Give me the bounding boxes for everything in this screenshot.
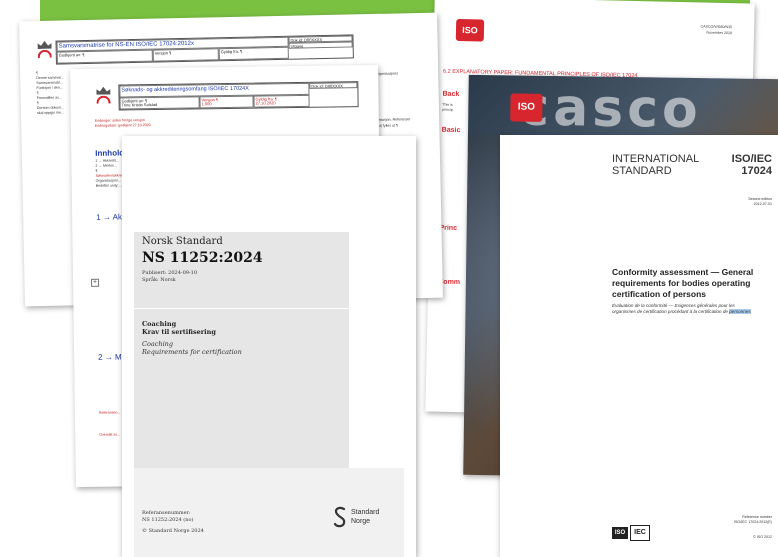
- ns-11252-standard: Norsk Standard NS 11252:2024 Publisert: …: [122, 136, 416, 557]
- ns-subtitle-en: Requirements for certification: [142, 348, 242, 356]
- innhold-heading: Innhold: [95, 148, 125, 158]
- endringsdato: Endringsdato: godkjent 27.10.2020: [94, 123, 151, 128]
- crown-icon: [96, 87, 110, 95]
- title-line2: requirements for bodies operating: [612, 278, 751, 288]
- french-line2: organismes de certification procédant à …: [612, 309, 751, 314]
- casco-wordmark: casco: [517, 77, 703, 141]
- gyldig: Gyldig fra: ¶: [218, 46, 289, 61]
- versjon: Versjon ¶: [152, 48, 219, 62]
- standard-norge-bottom: Norge: [351, 518, 371, 525]
- status: Utgave: [288, 41, 353, 49]
- iso-logo: ISO: [510, 93, 543, 122]
- iso-code: ISO/IEC: [731, 153, 772, 165]
- ns-heading: Norsk Standard: [142, 236, 223, 247]
- doc-date: November 2020: [706, 30, 733, 36]
- edition-date: 2012-07-01: [753, 202, 772, 206]
- intl-line2: STANDARD: [612, 165, 672, 177]
- ref-number: ISO/IEC 17024:2012(E): [734, 520, 772, 524]
- iso-iec-17024-cover: INTERNATIONAL STANDARD ISO/IEC 17024 Sec…: [500, 135, 778, 557]
- table-add-icon[interactable]: +: [91, 278, 100, 287]
- godkjent: Godkjent av: ¶: [56, 49, 153, 64]
- ns-title-en: Coaching: [142, 340, 174, 348]
- iso-logo: ISO: [612, 527, 628, 539]
- ns-ref-number: NS 11252:2024 (no): [142, 517, 194, 523]
- title-line3: certification of persons: [612, 289, 706, 299]
- godkjent: Godkjent av: ¶ Trine Kristin Solstad: [119, 96, 200, 110]
- ns-published: Publisert: 2024-09-10: [142, 270, 198, 276]
- heading-princ: Princ: [439, 224, 458, 232]
- iso-logo: ISO: [455, 18, 485, 42]
- copyright: © ISO 2012: [753, 535, 772, 539]
- header-table: Samsvarsmatrise for NS-EN ISO/IEC 17024:…: [55, 34, 354, 65]
- iso-number: 17024: [741, 165, 772, 177]
- intro-text: This is princip: [442, 102, 453, 112]
- title-line1: Conformity assessment — General: [612, 267, 754, 277]
- ns-ref-label: Referansenummer:: [142, 510, 191, 516]
- versjon: Versjon ¶ 1.000: [199, 95, 254, 109]
- french-line1: Évaluation de la conformité — Exigences …: [612, 303, 735, 308]
- ns-language: Språk: Norsk: [142, 277, 176, 283]
- norsk-akkreditering-logo: [96, 87, 111, 104]
- oversikt: Oversikt av...: [99, 432, 120, 437]
- heading-back: Back: [442, 90, 460, 99]
- doc-id: Dok.id: D00XXXX: [309, 82, 358, 89]
- crown-icon: [37, 41, 51, 49]
- ns-copyright: © Standard Norge 2024: [142, 528, 204, 534]
- standard-norge-top: Standard: [351, 509, 380, 516]
- intl-line1: INTERNATIONAL: [612, 153, 700, 165]
- ns-subtitle-no: Krav til sertifisering: [142, 328, 216, 336]
- header-table: Søknads- og akkrediteringsomfang ISO/IEC…: [118, 81, 359, 111]
- heading-basic: Basic: [441, 126, 461, 135]
- arch-logo-icon: [96, 95, 111, 104]
- iec-logo: IEC: [630, 525, 650, 541]
- standard-norge-s-icon: [333, 506, 347, 528]
- arch-logo-icon: [37, 49, 52, 59]
- norsk-akkreditering-logo: [37, 41, 52, 59]
- gyldig: Gyldig fra: ¶ 27.10.2020: [253, 94, 310, 108]
- ns-number: NS 11252:2024: [142, 250, 263, 266]
- ns-title-no: Coaching: [142, 320, 177, 328]
- ref-label: Referansen...: [98, 410, 121, 415]
